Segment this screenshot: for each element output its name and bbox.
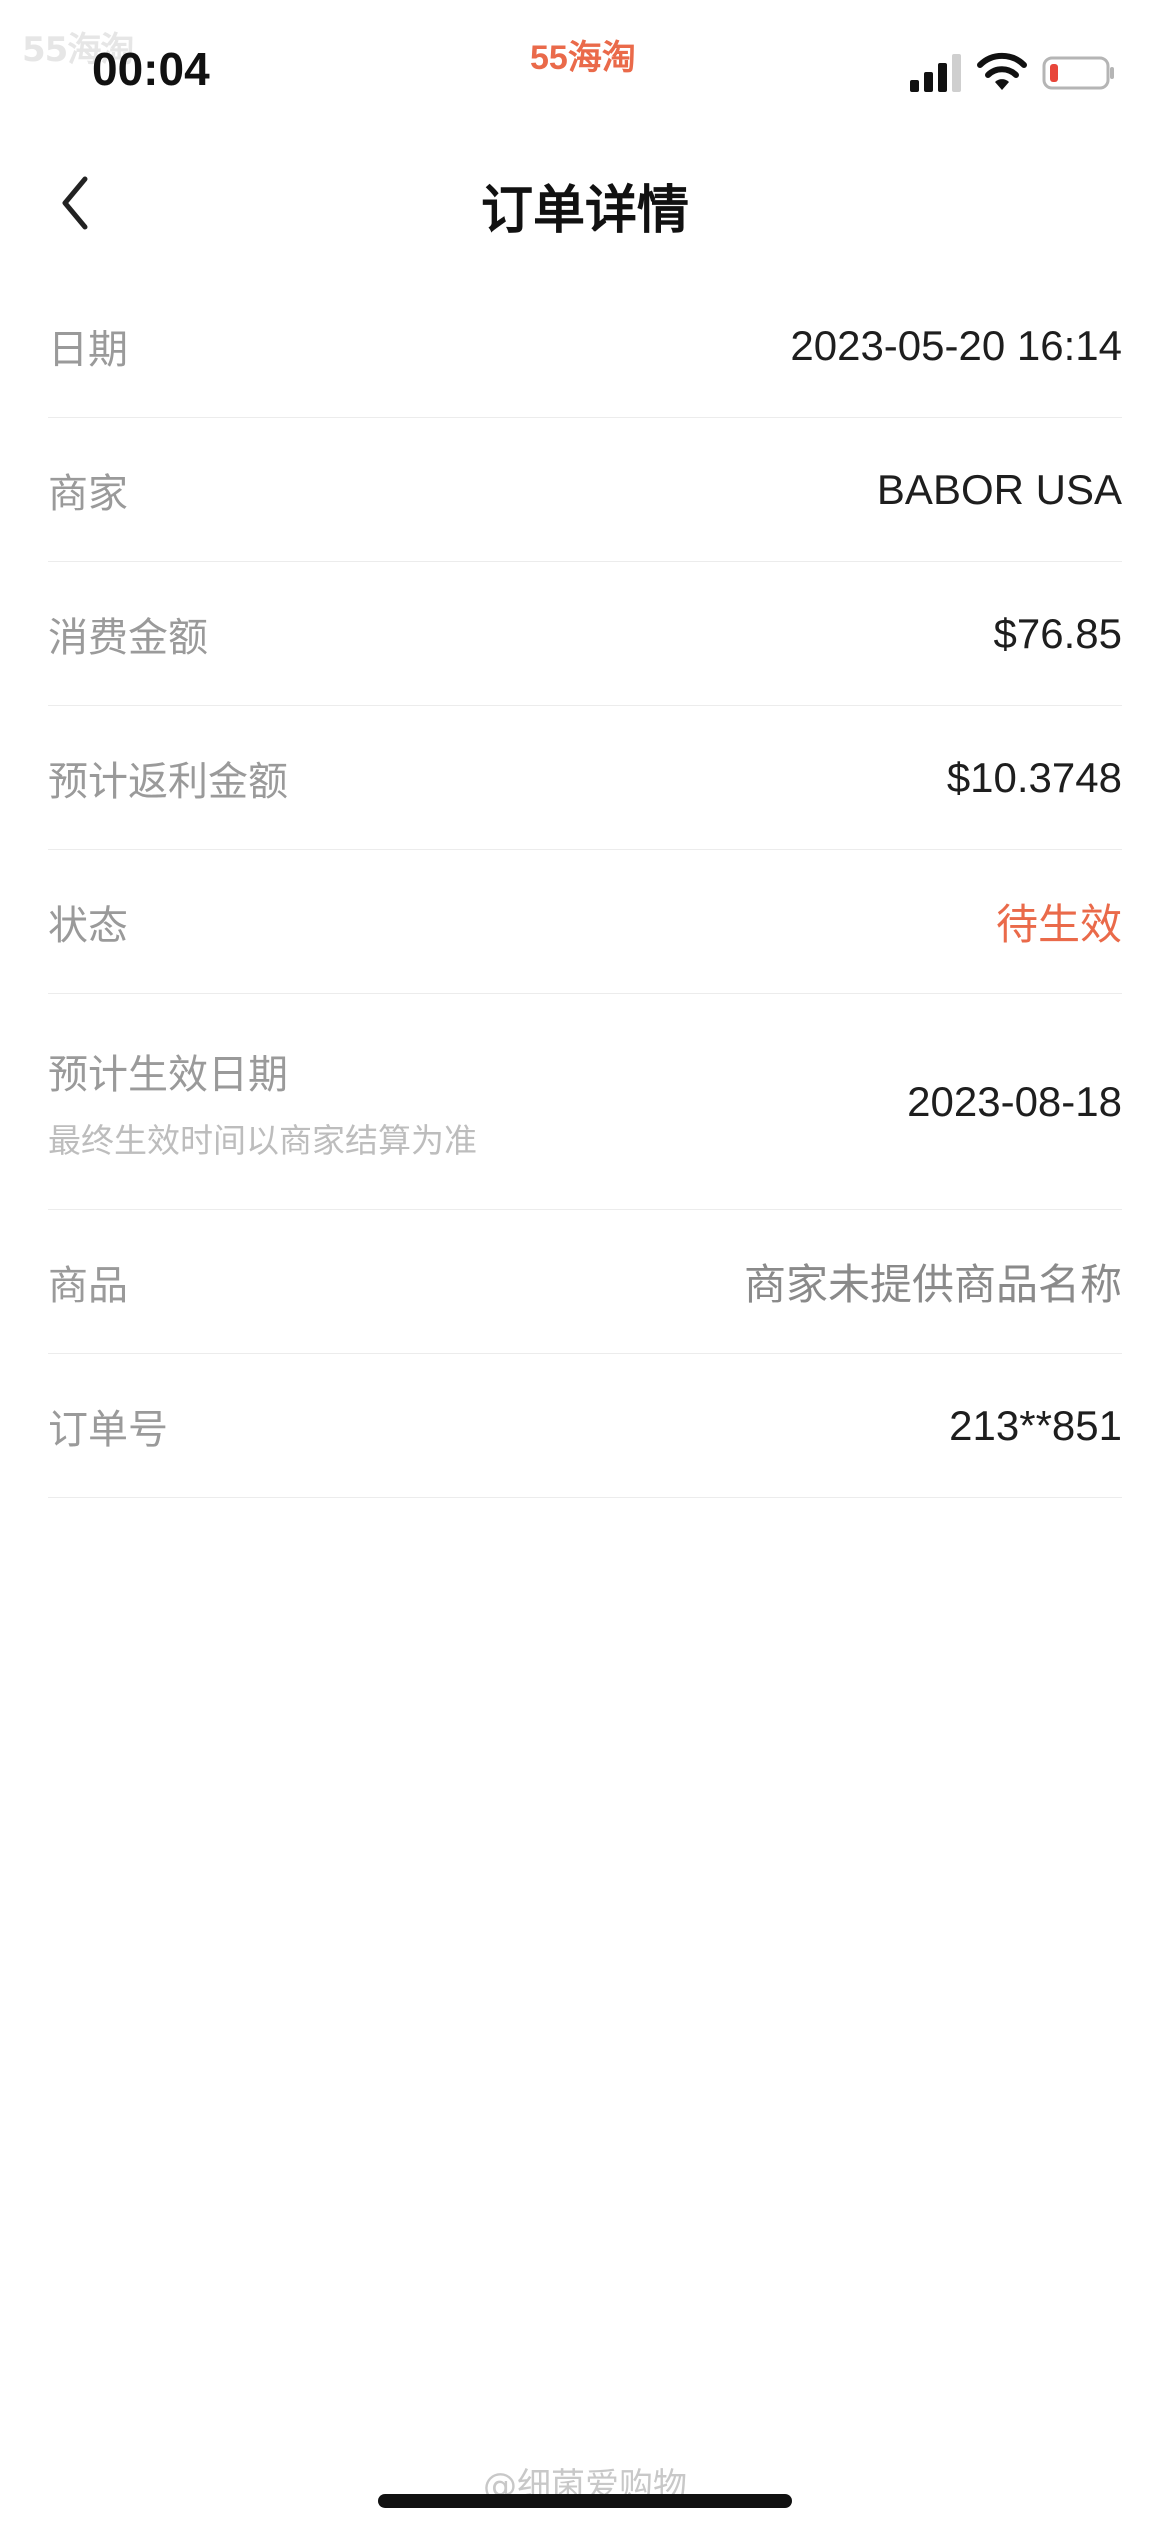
status-label: 状态 bbox=[48, 902, 128, 949]
order-number-label: 订单号 bbox=[48, 1406, 168, 1453]
order-number-value: 213**851 bbox=[949, 1401, 1122, 1449]
detail-row-product: 商品 商家未提供商品名称 bbox=[48, 1210, 1122, 1354]
home-indicator[interactable] bbox=[378, 2494, 792, 2508]
detail-row-effective-date: 预计生效日期 最终生效时间以商家结算为准 2023-08-18 bbox=[48, 994, 1122, 1210]
detail-row-amount: 消费金额 $76.85 bbox=[48, 562, 1122, 706]
effective-date-value: 2023-08-18 bbox=[907, 1077, 1122, 1125]
detail-row-order-number: 订单号 213**851 bbox=[48, 1354, 1122, 1498]
date-value: 2023-05-20 16:14 bbox=[790, 321, 1122, 369]
status-bar: 55海淘 00:04 55海淘 bbox=[0, 0, 1170, 140]
detail-row-status: 状态 待生效 bbox=[48, 850, 1122, 994]
date-label: 日期 bbox=[48, 326, 128, 373]
status-badge: 待生效 bbox=[995, 900, 1122, 949]
effective-date-label-group: 预计生效日期 最终生效时间以商家结算为准 bbox=[48, 1042, 477, 1162]
product-label: 商品 bbox=[48, 1262, 128, 1309]
app-name-indicator: 55海淘 bbox=[530, 39, 636, 77]
rebate-label: 预计返利金额 bbox=[48, 758, 288, 805]
order-detail-list: 日期 2023-05-20 16:14 商家 BABOR USA 消费金额 $7… bbox=[48, 274, 1122, 1498]
merchant-value: BABOR USA bbox=[876, 465, 1122, 513]
amount-label: 消费金额 bbox=[48, 614, 208, 661]
amount-value: $76.85 bbox=[993, 609, 1122, 657]
product-value: 商家未提供商品名称 bbox=[743, 1260, 1122, 1309]
battery-low-icon bbox=[1042, 56, 1114, 90]
detail-row-rebate: 预计返利金额 $10.3748 bbox=[48, 706, 1122, 850]
cellular-signal-icon bbox=[910, 54, 961, 92]
page-title: 订单详情 bbox=[480, 181, 689, 241]
navigation-bar: 订单详情 bbox=[0, 140, 1170, 270]
merchant-label: 商家 bbox=[48, 470, 128, 517]
wifi-icon bbox=[977, 52, 1027, 90]
effective-date-label: 预计生效日期 bbox=[48, 1051, 288, 1098]
status-time: 00:04 bbox=[92, 43, 210, 95]
rebate-value: $10.3748 bbox=[946, 753, 1122, 801]
effective-date-note: 最终生效时间以商家结算为准 bbox=[48, 1120, 477, 1160]
detail-row-merchant: 商家 BABOR USA bbox=[48, 418, 1122, 562]
detail-row-date: 日期 2023-05-20 16:14 bbox=[48, 274, 1122, 418]
